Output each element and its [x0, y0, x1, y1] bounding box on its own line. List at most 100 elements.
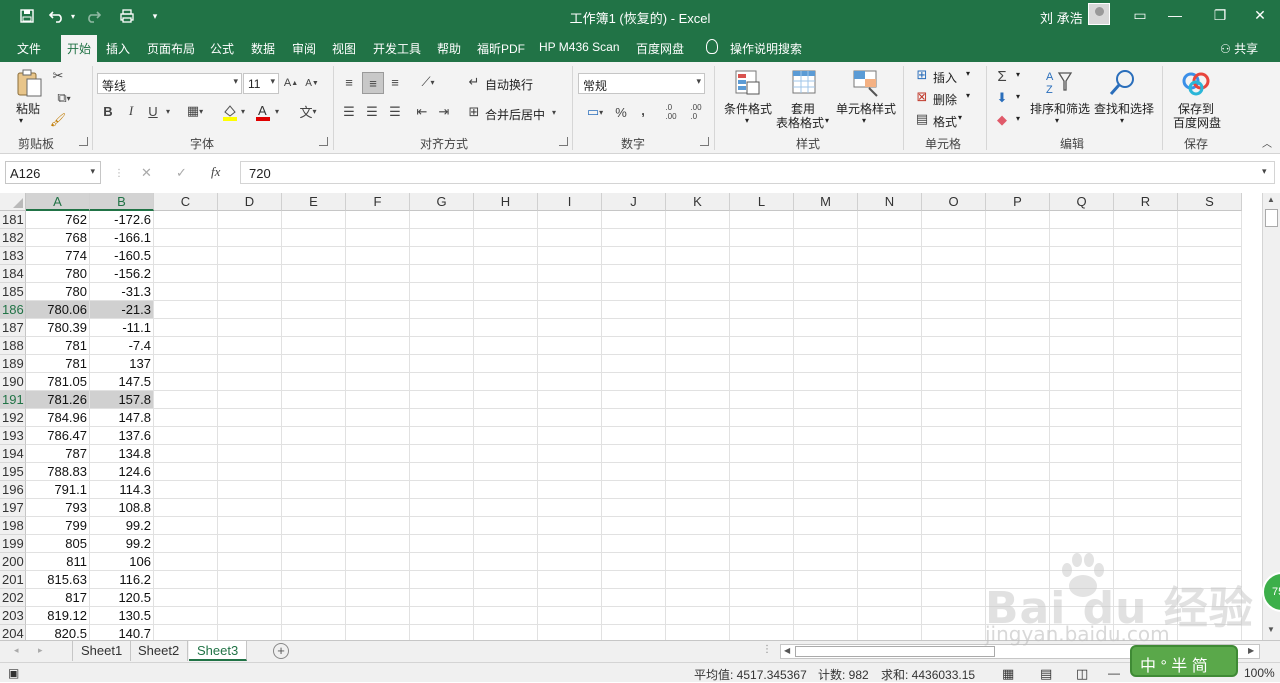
merge-center-button[interactable]: 合并后居中: [485, 106, 545, 123]
column-header-b[interactable]: B: [90, 193, 154, 211]
cell-b185[interactable]: -31.3: [90, 283, 154, 301]
paste-button[interactable]: 粘贴: [16, 100, 40, 117]
increase-indent-icon[interactable]: ⇥: [436, 104, 452, 120]
cell-a202[interactable]: 817: [26, 589, 90, 607]
column-header-c[interactable]: C: [154, 193, 218, 211]
baidu-netdisk-icon[interactable]: [1181, 68, 1211, 98]
chevron-down-icon[interactable]: ▾: [1016, 70, 1020, 79]
chevron-down-icon[interactable]: ▾: [1055, 116, 1059, 125]
row-header[interactable]: 190: [0, 373, 26, 391]
alignment-launcher-icon[interactable]: [559, 137, 568, 146]
page-break-view-icon[interactable]: ◫: [1076, 666, 1088, 682]
tab-insert[interactable]: 插入: [106, 40, 130, 57]
increase-decimal-icon[interactable]: .0.00: [662, 103, 680, 121]
cell-b191[interactable]: 157.8: [90, 391, 154, 409]
cell-a197[interactable]: 793: [26, 499, 90, 517]
paste-icon[interactable]: [14, 68, 44, 98]
percent-button[interactable]: %: [613, 104, 629, 120]
font-size-select[interactable]: 11 ▾: [243, 73, 279, 94]
tab-home[interactable]: 开始: [61, 35, 98, 62]
cell-b194[interactable]: 134.8: [90, 445, 154, 463]
cell-b200[interactable]: 106: [90, 553, 154, 571]
find-select-button[interactable]: 查找和选择: [1094, 100, 1154, 117]
cell-a196[interactable]: 791.1: [26, 481, 90, 499]
format-as-table-icon[interactable]: [790, 68, 820, 98]
font-launcher-icon[interactable]: [319, 137, 328, 146]
phonetic-icon[interactable]: 文 ▾: [293, 102, 323, 120]
italic-button[interactable]: I: [124, 102, 138, 120]
cell-b197[interactable]: 108.8: [90, 499, 154, 517]
undo-dropdown-icon[interactable]: ▾: [68, 6, 78, 26]
underline-dropdown-icon[interactable]: ▾: [163, 102, 173, 120]
clear-icon[interactable]: ◆: [995, 112, 1009, 128]
tab-foxit-pdf[interactable]: 福昕PDF: [477, 40, 525, 57]
tab-baidu-netdisk[interactable]: 百度网盘: [636, 40, 684, 57]
align-middle-icon[interactable]: ≡: [362, 72, 384, 94]
row-header[interactable]: 203: [0, 607, 26, 625]
copy-icon[interactable]: ⧉ ▾: [50, 90, 78, 106]
name-box[interactable]: A126 ▾: [5, 161, 101, 184]
ribbon-display-options-icon[interactable]: ▭: [1125, 4, 1155, 26]
cell-b187[interactable]: -11.1: [90, 319, 154, 337]
row-header[interactable]: 197: [0, 499, 26, 517]
chevron-down-icon[interactable]: ▾: [966, 91, 970, 100]
row-header[interactable]: 182: [0, 229, 26, 247]
cell-b181[interactable]: -172.6: [90, 211, 154, 229]
cell-a198[interactable]: 799: [26, 517, 90, 535]
format-cells-icon[interactable]: ▤: [914, 111, 930, 126]
close-button[interactable]: ✕: [1245, 4, 1275, 26]
row-header[interactable]: 193: [0, 427, 26, 445]
row-header[interactable]: 195: [0, 463, 26, 481]
chevron-down-icon[interactable]: ▾: [958, 113, 962, 122]
chevron-down-icon[interactable]: ▾: [862, 116, 866, 125]
align-bottom-icon[interactable]: ≡: [387, 74, 403, 90]
cell-a181[interactable]: 762: [26, 211, 90, 229]
column-header-g[interactable]: G: [410, 193, 474, 211]
delete-cells-icon[interactable]: ⊠: [914, 89, 930, 104]
comma-style-button[interactable]: ,: [637, 102, 649, 118]
tab-developer[interactable]: 开发工具: [373, 40, 421, 57]
save-to-netdisk-button[interactable]: 百度网盘: [1173, 114, 1221, 131]
cell-b198[interactable]: 99.2: [90, 517, 154, 535]
cell-b192[interactable]: 147.8: [90, 409, 154, 427]
column-header-q[interactable]: Q: [1050, 193, 1114, 211]
normal-view-icon[interactable]: ▦: [1002, 666, 1014, 682]
cell-b186[interactable]: -21.3: [90, 301, 154, 319]
undo-icon[interactable]: [46, 6, 68, 26]
row-header[interactable]: 185: [0, 283, 26, 301]
cell-b202[interactable]: 120.5: [90, 589, 154, 607]
sheet-tab-sheet3[interactable]: Sheet3: [189, 641, 248, 661]
formula-input[interactable]: 720: [240, 161, 1275, 184]
row-header[interactable]: 181: [0, 211, 26, 229]
row-header[interactable]: 187: [0, 319, 26, 337]
tab-page-layout[interactable]: 页面布局: [147, 40, 195, 57]
paste-dropdown-icon[interactable]: ▾: [19, 116, 23, 125]
borders-icon[interactable]: ▦ ▾: [182, 102, 208, 120]
decrease-decimal-icon[interactable]: .00.0: [687, 103, 705, 121]
fill-color-icon[interactable]: ▾: [220, 102, 250, 122]
customize-qat-icon[interactable]: ▾: [148, 6, 162, 26]
cell-b182[interactable]: -166.1: [90, 229, 154, 247]
fill-down-icon[interactable]: ⬇: [995, 90, 1009, 106]
save-icon[interactable]: [14, 6, 40, 26]
row-header[interactable]: 204: [0, 625, 26, 640]
tab-help[interactable]: 帮助: [437, 40, 461, 57]
wrap-text-icon[interactable]: ↵: [467, 74, 481, 90]
cell-a187[interactable]: 780.39: [26, 319, 90, 337]
row-header[interactable]: 200: [0, 553, 26, 571]
row-header[interactable]: 202: [0, 589, 26, 607]
chevron-down-icon[interactable]: ▾: [1016, 92, 1020, 101]
cut-icon[interactable]: ✂: [50, 68, 66, 84]
print-preview-icon[interactable]: [116, 6, 138, 26]
scroll-up-icon[interactable]: ▲: [1267, 195, 1275, 204]
scroll-left-icon[interactable]: ◀: [784, 646, 790, 655]
macro-record-icon[interactable]: ▣: [8, 666, 19, 680]
cell-a199[interactable]: 805: [26, 535, 90, 553]
cell-b203[interactable]: 130.5: [90, 607, 154, 625]
page-layout-view-icon[interactable]: ▤: [1040, 666, 1052, 682]
chevron-down-icon[interactable]: ▾: [966, 69, 970, 78]
chevron-down-icon[interactable]: ▾: [745, 116, 749, 125]
column-header-f[interactable]: F: [346, 193, 410, 211]
column-header-m[interactable]: M: [794, 193, 858, 211]
redo-icon[interactable]: [84, 6, 102, 26]
